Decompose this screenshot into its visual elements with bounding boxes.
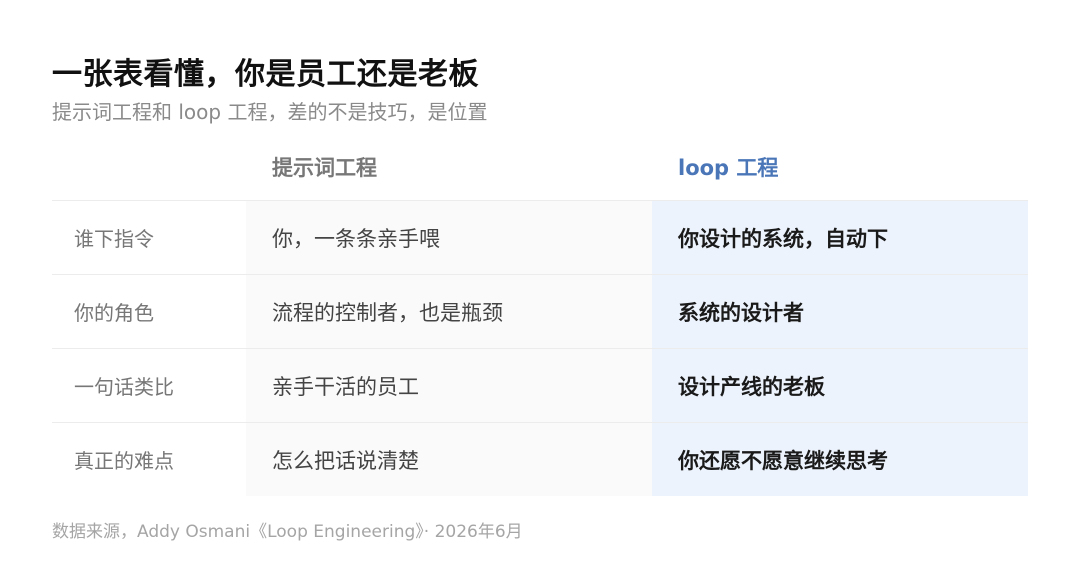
column-header-prompt-engineering: 提示词工程 <box>272 156 377 180</box>
prompt-engineering-cell: 你，一条条亲手喂 <box>246 201 652 274</box>
table-header-row: 提示词工程 loop 工程 <box>52 140 1028 200</box>
loop-engineering-cell: 系统的设计者 <box>652 275 1028 348</box>
comparison-table: 提示词工程 loop 工程 谁下指令 你，一条条亲手喂 你设计的系统，自动下 你… <box>52 140 1028 496</box>
table-row: 你的角色 流程的控制者，也是瓶颈 系统的设计者 <box>52 274 1028 348</box>
loop-engineering-cell: 你设计的系统，自动下 <box>652 201 1028 274</box>
prompt-engineering-cell: 亲手干活的员工 <box>246 349 652 422</box>
row-label: 一句话类比 <box>52 349 246 422</box>
loop-engineering-cell: 你还愿不愿意继续思考 <box>652 423 1028 496</box>
page: 一张表看懂，你是员工还是老板 提示词工程和 loop 工程，差的不是技巧，是位置… <box>52 0 1028 587</box>
column-header-loop-engineering: loop 工程 <box>678 156 779 180</box>
table-row: 谁下指令 你，一条条亲手喂 你设计的系统，自动下 <box>52 200 1028 274</box>
page-title: 一张表看懂，你是员工还是老板 <box>52 57 479 92</box>
row-label: 真正的难点 <box>52 423 246 496</box>
prompt-engineering-cell: 流程的控制者，也是瓶颈 <box>246 275 652 348</box>
row-label: 你的角色 <box>52 275 246 348</box>
loop-engineering-cell: 设计产线的老板 <box>652 349 1028 422</box>
page-subtitle: 提示词工程和 loop 工程，差的不是技巧，是位置 <box>52 100 488 124</box>
source-footnote: 数据来源，Addy Osmani《Loop Engineering》· 2026… <box>52 522 523 542</box>
table-row: 真正的难点 怎么把话说清楚 你还愿不愿意继续思考 <box>52 422 1028 496</box>
prompt-engineering-cell: 怎么把话说清楚 <box>246 423 652 496</box>
table-row: 一句话类比 亲手干活的员工 设计产线的老板 <box>52 348 1028 422</box>
row-label: 谁下指令 <box>52 201 246 274</box>
